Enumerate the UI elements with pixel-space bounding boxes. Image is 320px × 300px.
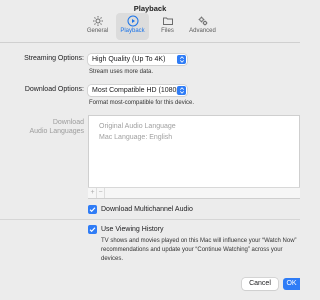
popup-stepper-icon xyxy=(177,86,186,95)
cancel-button[interactable]: Cancel xyxy=(242,278,278,290)
tab-files[interactable]: Files xyxy=(151,13,184,40)
gears-icon xyxy=(198,16,207,26)
tab-advanced[interactable]: Advanced xyxy=(186,13,219,40)
streaming-quality-value: High Quality (Up To 4K) xyxy=(92,56,166,63)
section-divider xyxy=(0,219,300,220)
add-language-button[interactable]: + xyxy=(89,188,97,198)
list-item[interactable]: Original Audio Language xyxy=(99,123,176,130)
tab-general-label: General xyxy=(86,28,109,34)
list-item[interactable]: Mac Language: English xyxy=(99,134,172,141)
viewing-history-description: TV shows and movies played on this Mac w… xyxy=(101,238,297,262)
download-hint: Format most-compatible for this device. xyxy=(89,100,195,106)
tab-files-label: Files xyxy=(161,28,174,34)
tab-playback[interactable]: Playback xyxy=(116,13,149,40)
tab-playback-label: Playback xyxy=(120,28,145,34)
popup-stepper-icon xyxy=(177,55,186,64)
download-quality-popup[interactable]: Most Compatible HD (1080p) xyxy=(88,85,187,96)
tab-advanced-label: Advanced xyxy=(189,28,216,34)
ok-button[interactable]: OK xyxy=(283,278,300,290)
remove-language-button[interactable]: − xyxy=(97,188,105,198)
tab-general[interactable]: General xyxy=(81,13,114,40)
download-quality-value: Most Compatible HD (1080p) xyxy=(92,87,183,94)
audio-languages-label-line2: Audio Languages xyxy=(29,128,85,135)
download-options-label: Download Options: xyxy=(24,86,84,93)
streaming-options-label: Streaming Options: xyxy=(24,55,84,62)
window-title: Playback xyxy=(133,4,167,13)
streaming-quality-popup[interactable]: High Quality (Up To 4K) xyxy=(88,54,187,65)
checkmark-icon xyxy=(89,207,96,213)
gear-icon xyxy=(92,16,103,26)
preferences-toolbar: General Playback Files Advanced xyxy=(0,13,300,41)
play-circle-icon xyxy=(127,15,138,27)
viewing-history-checkbox[interactable] xyxy=(88,225,97,234)
multichannel-checkbox[interactable] xyxy=(88,205,97,214)
viewing-history-label: Use Viewing History xyxy=(101,226,164,233)
streaming-hint: Stream uses more data. xyxy=(89,69,154,75)
audio-languages-label-line1: Download xyxy=(52,119,84,126)
checkmark-icon xyxy=(89,227,96,233)
folder-icon xyxy=(162,17,173,25)
audio-languages-controls: + − xyxy=(88,187,300,198)
multichannel-label: Download Multichannel Audio xyxy=(101,206,193,213)
